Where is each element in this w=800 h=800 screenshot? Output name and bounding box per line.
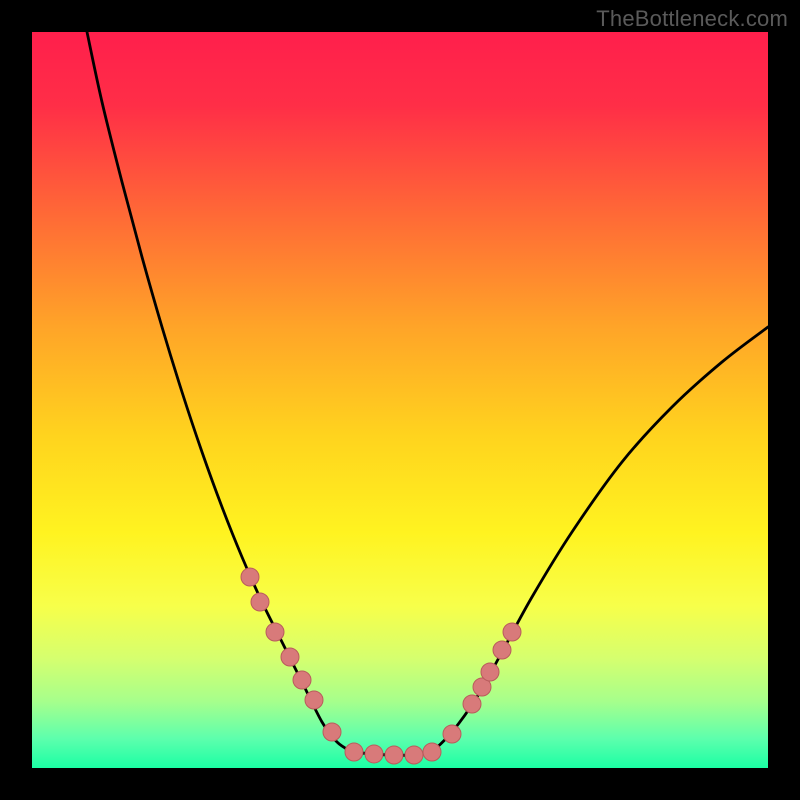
highlight-dot xyxy=(241,568,259,586)
bottleneck-curve xyxy=(32,32,768,768)
highlight-dot xyxy=(405,746,423,764)
highlight-dot xyxy=(293,671,311,689)
highlight-dot xyxy=(385,746,403,764)
highlight-dot xyxy=(423,743,441,761)
plot-area xyxy=(32,32,768,768)
highlight-dot xyxy=(251,593,269,611)
highlight-dot xyxy=(463,695,481,713)
highlight-dot xyxy=(365,745,383,763)
watermark-text: TheBottleneck.com xyxy=(596,6,788,32)
highlight-dot xyxy=(305,691,323,709)
highlight-dot xyxy=(323,723,341,741)
highlight-dot xyxy=(493,641,511,659)
highlight-dots xyxy=(241,568,521,764)
highlight-dot xyxy=(443,725,461,743)
highlight-dot xyxy=(481,663,499,681)
highlight-dot xyxy=(281,648,299,666)
highlight-dot xyxy=(345,743,363,761)
highlight-dot xyxy=(503,623,521,641)
highlight-dot xyxy=(266,623,284,641)
curve-left-branch xyxy=(87,32,352,752)
